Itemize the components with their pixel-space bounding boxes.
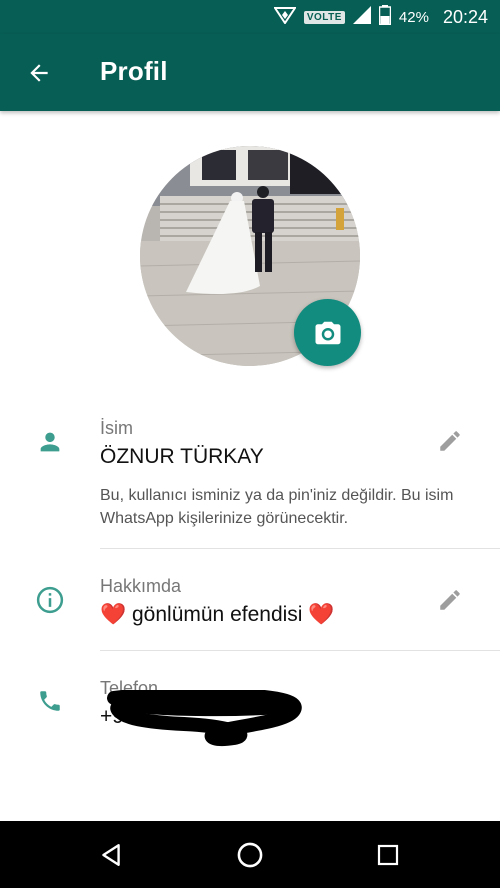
page-title: Profil: [100, 56, 168, 86]
camera-icon: [315, 321, 340, 344]
name-value: ÖZNUR TÜRKAY: [100, 445, 264, 468]
person-icon: [34, 426, 66, 458]
divider: [100, 650, 500, 651]
nav-recents-icon: [377, 844, 399, 866]
phone-icon: [34, 685, 66, 717]
pencil-icon: [440, 590, 460, 610]
status-bar: VOLTE 42% 20:24: [0, 0, 500, 34]
about-text: gönlümün efendisi: [132, 603, 303, 626]
info-icon: [34, 584, 66, 616]
nav-recents-button[interactable]: [368, 835, 408, 875]
heart-emoji: ❤️: [100, 603, 127, 626]
nav-home-button[interactable]: [230, 835, 270, 875]
edit-about-button[interactable]: [434, 584, 466, 616]
app-bar: Profil: [0, 34, 500, 111]
battery-percent: 42%: [398, 8, 429, 26]
data-saver-icon: [272, 6, 297, 29]
name-description: Bu, kullanıcı isminiz ya da pin'iniz değ…: [100, 487, 454, 527]
navigation-bar: [0, 821, 500, 888]
change-photo-button[interactable]: [294, 299, 361, 366]
nav-back-icon: [102, 844, 120, 866]
about-value: ❤️ gönlümün efendisi ❤️: [100, 603, 334, 627]
name-label: İsim: [100, 418, 133, 438]
signal-icon: [352, 5, 371, 29]
edit-name-button[interactable]: [434, 425, 466, 457]
pencil-icon: [440, 431, 460, 451]
volte-badge: VOLTE: [303, 10, 345, 24]
heart-emoji: ❤️: [308, 603, 335, 626]
back-button[interactable]: [20, 54, 58, 92]
divider: [100, 548, 500, 549]
about-label: Hakkımda: [100, 576, 182, 596]
clock: 20:24: [442, 6, 488, 27]
nav-home-icon: [237, 842, 263, 868]
nav-back-button[interactable]: [91, 835, 131, 875]
battery-icon: [378, 4, 392, 30]
redaction-scribble: [104, 686, 304, 755]
back-arrow-icon: [30, 64, 48, 82]
